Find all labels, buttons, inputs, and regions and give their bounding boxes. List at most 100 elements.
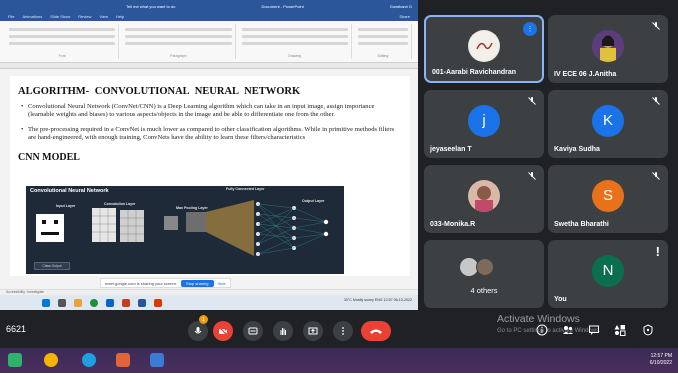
avatar [592,29,624,62]
ppt-title: Document - PowerPoint [261,3,304,9]
clock-time: 12:57 PM [650,353,672,359]
participant-name: jeyaseelan T [430,146,472,153]
avatar: S [592,179,624,212]
activities-icon[interactable] [614,324,626,336]
phone-hangup-icon [370,329,382,334]
shared-time: 12:57 [383,298,393,302]
meeting-controls: 6621 1 Activate Windows Go to PC setting… [0,310,678,348]
ppt-tab[interactable]: Animations [22,14,42,19]
avatar: N [592,254,624,287]
start-icon[interactable] [8,353,22,367]
slide-subheading: CNN MODEL [18,151,80,163]
participant-tile[interactable]: IV ECE 06 J.Anitha [548,15,668,83]
ppt-user: Gowthami G [389,3,412,9]
ppt-tabs: File Animations Slide Show Review View H… [0,12,418,21]
edge-icon[interactable] [106,298,114,307]
screen-share-bar: meet.google.com is sharing your screen. … [100,278,231,288]
captions-icon [248,327,258,335]
shared-screen: Tell me what you want to do Document - P… [0,0,418,310]
mic-button[interactable] [188,321,208,341]
ppt-tab[interactable]: Review [78,14,91,19]
shared-tray: 33°C Mostly sunny ENG 12:57 06-10-2022 [344,298,412,302]
shared-taskbar: 33°C Mostly sunny ENG 12:57 06-10-2022 [0,295,418,310]
system-clock[interactable]: 12:57 PM 6/10/2022 [650,353,672,367]
app-icon[interactable] [116,353,130,367]
start-icon[interactable] [42,298,50,307]
edge-icon[interactable] [82,353,96,367]
chrome-icon[interactable] [90,298,98,307]
info-icon[interactable] [536,324,548,336]
ppt-tab[interactable]: Help [116,14,124,19]
lang-text: ENG [374,298,383,302]
mic-off-icon [652,97,660,105]
hide-button[interactable]: Hide [218,281,226,286]
participant-tile[interactable]: ⋮ 001-Aarabi Ravichandran [424,15,544,83]
cnn-input-label: Input Layer [56,204,76,208]
ppt-tab[interactable]: Slide Show [50,14,70,19]
participant-name: You [554,296,567,303]
cnn-diagram: Convolutional Neural Network Input Layer… [26,186,344,274]
people-icon[interactable] [562,324,574,336]
present-icon [308,327,318,335]
participant-name: Swetha Bharathi [554,221,609,228]
chrome-icon[interactable] [44,353,58,367]
avatar [468,29,500,62]
file-explorer-icon[interactable] [74,298,82,307]
avatar: K [592,104,624,137]
ppt-title-bar: Tell me what you want to do Document - P… [0,0,418,12]
ribbon-group-drawing: Drawing [239,24,352,59]
logo-image [469,30,499,61]
avatar-photo [468,179,500,212]
app-icon[interactable] [154,298,162,307]
end-call-button[interactable] [361,321,391,341]
mic-icon [194,327,202,334]
avatar-photo [592,29,624,62]
others-tile[interactable]: 4 others [424,240,544,308]
participant-name: Kaviya Sudha [554,146,600,153]
raise-hand-button[interactable] [273,321,293,341]
warning-icon[interactable]: ! [656,244,660,259]
cnn-diagram-title: Convolutional Neural Network [30,188,109,194]
ribbon-group-paragraph: Paragraph [122,24,236,59]
clock-date: 6/10/2022 [649,360,672,366]
participant-name: 001-Aarabi Ravichandran [432,69,517,76]
participant-tile[interactable]: 033-Monika.R [424,165,544,233]
camera-off-icon [218,326,228,336]
captions-button[interactable] [243,321,263,341]
search-icon[interactable] [58,298,66,307]
ribbon-group-editing: Editing [355,24,412,59]
stop-sharing-button[interactable]: Stop sharing [181,279,214,287]
activate-windows-subtitle: Go to PC settings to activate Windows. [497,328,601,334]
camera-button[interactable] [213,321,233,341]
cnn-output-label: Output Layer [302,199,325,203]
meet-window: Tell me what you want to do Document - P… [0,0,678,373]
more-options-button[interactable] [333,321,353,341]
participant-tile[interactable]: j jeyaseelan T [424,90,544,158]
present-button[interactable] [303,321,323,341]
avatar [476,258,494,276]
participant-tile[interactable]: S Swetha Bharathi [548,165,668,233]
ppt-tab[interactable]: View [99,14,108,19]
participant-name: 033-Monika.R [430,221,476,228]
mic-off-icon [528,97,536,105]
ribbon-group-caption: Font [58,54,66,58]
word-icon[interactable] [138,298,146,307]
windows-taskbar: 12:57 PM 6/10/2022 [0,348,678,373]
ppt-search-hint[interactable]: Tell me what you want to do [126,4,175,9]
ribbon-group-font: Font [6,24,120,59]
cnn-fc-label: Fully Connected Layer [226,187,265,191]
ppt-share-button[interactable]: Share [399,14,410,19]
self-tile[interactable]: N ! You [548,240,668,308]
avatar: j [468,104,500,137]
chat-icon[interactable] [588,324,600,336]
host-controls-icon[interactable] [642,324,654,336]
mic-badge: 1 [199,315,208,324]
more-vert-icon [342,327,344,335]
ppt-tab[interactable]: File [8,14,14,19]
ribbon-group-caption: Editing [377,54,389,58]
powerpoint-icon[interactable] [122,298,130,307]
app-icon[interactable] [150,353,164,367]
participant-tile[interactable]: K Kaviya Sudha [548,90,668,158]
cnn-class-output-button[interactable]: Class Output [34,262,70,270]
ppt-ribbon: Font Paragraph Drawing Editing [0,21,418,63]
